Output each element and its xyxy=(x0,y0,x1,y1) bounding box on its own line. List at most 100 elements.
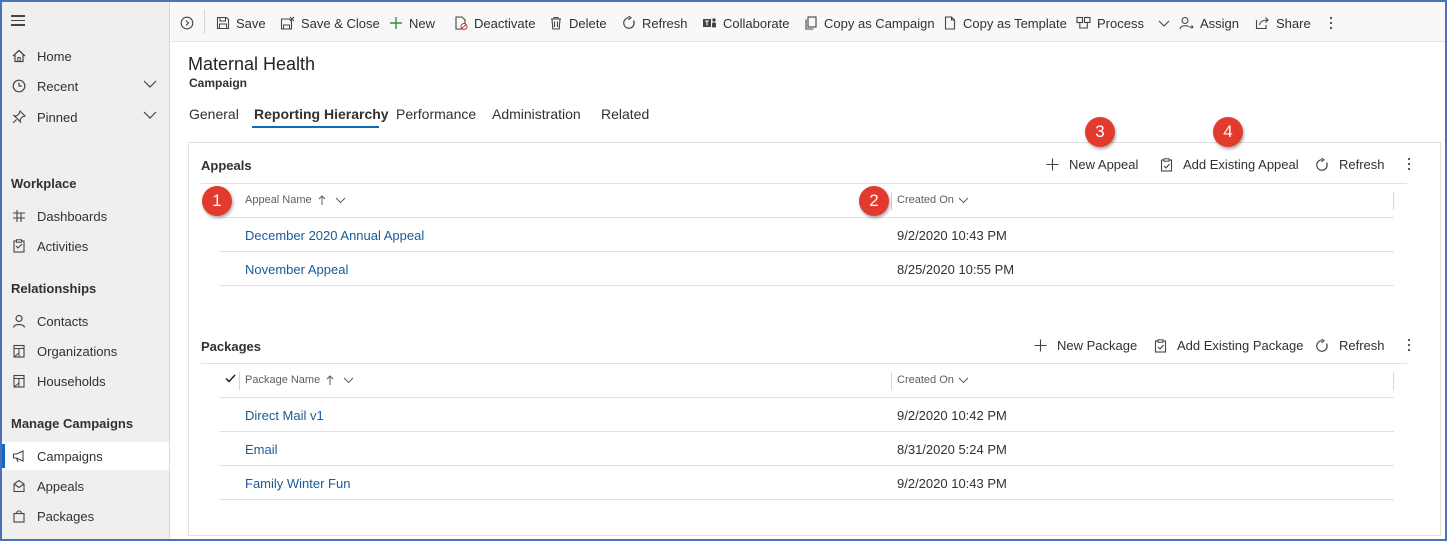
new-button[interactable]: New xyxy=(389,13,435,33)
assign-button[interactable]: Assign xyxy=(1179,13,1239,33)
sidebar-item-households[interactable]: Households xyxy=(2,367,169,395)
chevron-down-icon[interactable] xyxy=(143,80,157,88)
sidebar-item-activities[interactable]: Activities xyxy=(2,232,169,260)
package-created-on: 8/31/2020 5:24 PM xyxy=(897,442,1007,457)
reporting-hierarchy-panel: Appeals New Appeal Add Existing Appeal R… xyxy=(188,142,1441,536)
package-created-on: 9/2/2020 10:42 PM xyxy=(897,408,1007,423)
deactivate-icon xyxy=(454,16,468,30)
copy-as-template-label: Copy as Template xyxy=(963,15,1067,31)
package-name-link[interactable]: Email xyxy=(245,442,278,457)
sidebar-item-home[interactable]: Home xyxy=(2,42,169,70)
sidebar-item-label: Recent xyxy=(37,78,79,94)
sidebar-item-organizations[interactable]: Organizations xyxy=(2,337,169,365)
plus-icon xyxy=(1046,158,1059,171)
process-button[interactable]: Process xyxy=(1076,13,1170,33)
copy-as-template-button[interactable]: Copy as Template xyxy=(943,13,1067,33)
record-entity: Campaign xyxy=(189,76,248,90)
copy-as-campaign-button[interactable]: Copy as Campaign xyxy=(804,13,935,33)
sidebar-item-label: Campaigns xyxy=(37,448,103,464)
sidebar-item-label: Dashboards xyxy=(37,208,108,224)
more-vertical-icon xyxy=(1407,157,1411,171)
add-existing-icon xyxy=(1160,157,1173,172)
more-commands-button[interactable] xyxy=(1329,13,1339,33)
chevron-down-icon[interactable] xyxy=(143,111,157,119)
deactivate-label: Deactivate xyxy=(474,15,536,31)
new-package-label: New Package xyxy=(1057,338,1138,353)
building-icon xyxy=(10,343,28,359)
column-header-label: Created On xyxy=(897,374,954,386)
record-title: Maternal Health xyxy=(188,54,316,74)
sidebar-item-dashboards[interactable]: Dashboards xyxy=(2,202,169,230)
more-vertical-icon xyxy=(1329,16,1333,30)
sidebar-item-pinned[interactable]: Pinned xyxy=(2,103,169,131)
new-appeal-button[interactable]: New Appeal xyxy=(1046,157,1138,172)
hamburger-menu-icon[interactable] xyxy=(11,15,25,27)
sidebar-item-contacts[interactable]: Contacts xyxy=(2,307,169,335)
callout-badge-3: 3 xyxy=(1085,117,1115,147)
package-name-column-header[interactable]: Package Name xyxy=(245,374,354,386)
sidebar-item-label: Pinned xyxy=(37,109,78,125)
created-on-column-header[interactable]: Created On xyxy=(897,194,969,206)
save-button[interactable]: Save xyxy=(216,13,266,33)
section-label-workplace: Workplace xyxy=(11,176,77,191)
select-all-checkmark[interactable] xyxy=(225,374,236,383)
appeal-name-link[interactable]: November Appeal xyxy=(245,262,348,277)
pin-icon xyxy=(10,109,28,125)
new-appeal-label: New Appeal xyxy=(1069,157,1139,172)
sidebar-item-label: Activities xyxy=(37,238,89,254)
refresh-icon xyxy=(622,16,636,30)
packages-more-button[interactable] xyxy=(1407,338,1411,352)
save-close-button[interactable]: Save & Close xyxy=(280,13,380,33)
package-name-link[interactable]: Family Winter Fun xyxy=(245,476,350,491)
appeals-refresh-label: Refresh xyxy=(1339,157,1385,172)
appeals-refresh-button[interactable]: Refresh xyxy=(1315,157,1385,172)
new-label: New xyxy=(409,15,436,31)
tab-related[interactable]: Related xyxy=(601,106,649,122)
sidebar-item-packages[interactable]: Packages xyxy=(2,502,169,530)
sort-ascending-icon xyxy=(326,374,334,386)
tab-performance[interactable]: Performance xyxy=(396,106,476,122)
refresh-button[interactable]: Refresh xyxy=(622,13,688,33)
person-icon xyxy=(10,313,28,329)
assign-label: Assign xyxy=(1200,15,1240,31)
assign-icon xyxy=(1179,16,1194,30)
sidebar-item-label: Home xyxy=(37,48,72,64)
add-existing-package-button[interactable]: Add Existing Package xyxy=(1154,338,1303,353)
appeal-name-link[interactable]: December 2020 Annual Appeal xyxy=(245,228,424,243)
collaborate-button[interactable]: Collaborate xyxy=(702,13,790,33)
sidebar-item-campaigns[interactable]: Campaigns xyxy=(2,442,169,470)
active-tab-indicator xyxy=(252,126,379,128)
circle-arrow-icon xyxy=(180,16,194,30)
delete-label: Delete xyxy=(569,15,607,31)
created-on-column-header[interactable]: Created On xyxy=(897,374,969,386)
package-name-link[interactable]: Direct Mail v1 xyxy=(245,408,324,423)
plus-icon xyxy=(389,16,403,30)
chevron-down-icon xyxy=(1158,20,1170,27)
refresh-icon xyxy=(1315,338,1329,353)
building-icon xyxy=(10,373,28,389)
tab-reporting-hierarchy[interactable]: Reporting Hierarchy xyxy=(254,106,389,122)
sidebar-item-label: Contacts xyxy=(37,313,89,329)
sidebar-item-label: Organizations xyxy=(37,343,118,359)
deactivate-button[interactable]: Deactivate xyxy=(454,13,535,33)
sidebar-item-label: Packages xyxy=(37,508,95,524)
teams-icon xyxy=(702,16,717,30)
share-button[interactable]: Share xyxy=(1255,13,1311,33)
sidebar-item-recent[interactable]: Recent xyxy=(2,72,169,100)
new-package-button[interactable]: New Package xyxy=(1034,338,1137,353)
appeals-more-button[interactable] xyxy=(1407,157,1411,171)
more-vertical-icon xyxy=(1407,338,1411,352)
sidebar: Home Recent Pinned Workplace Dashboards … xyxy=(2,2,170,539)
packages-refresh-button[interactable]: Refresh xyxy=(1315,338,1385,353)
share-icon xyxy=(1255,16,1270,30)
back-button[interactable] xyxy=(180,13,200,33)
delete-button[interactable]: Delete xyxy=(549,13,607,33)
save-label: Save xyxy=(236,15,266,31)
tab-administration[interactable]: Administration xyxy=(492,106,581,122)
sidebar-item-appeals[interactable]: Appeals xyxy=(2,472,169,500)
appeal-name-column-header[interactable]: Appeal Name xyxy=(245,194,346,206)
process-label: Process xyxy=(1097,15,1144,31)
tab-general[interactable]: General xyxy=(189,106,239,122)
add-existing-appeal-button[interactable]: Add Existing Appeal xyxy=(1160,157,1299,172)
collaborate-label: Collaborate xyxy=(723,15,790,31)
